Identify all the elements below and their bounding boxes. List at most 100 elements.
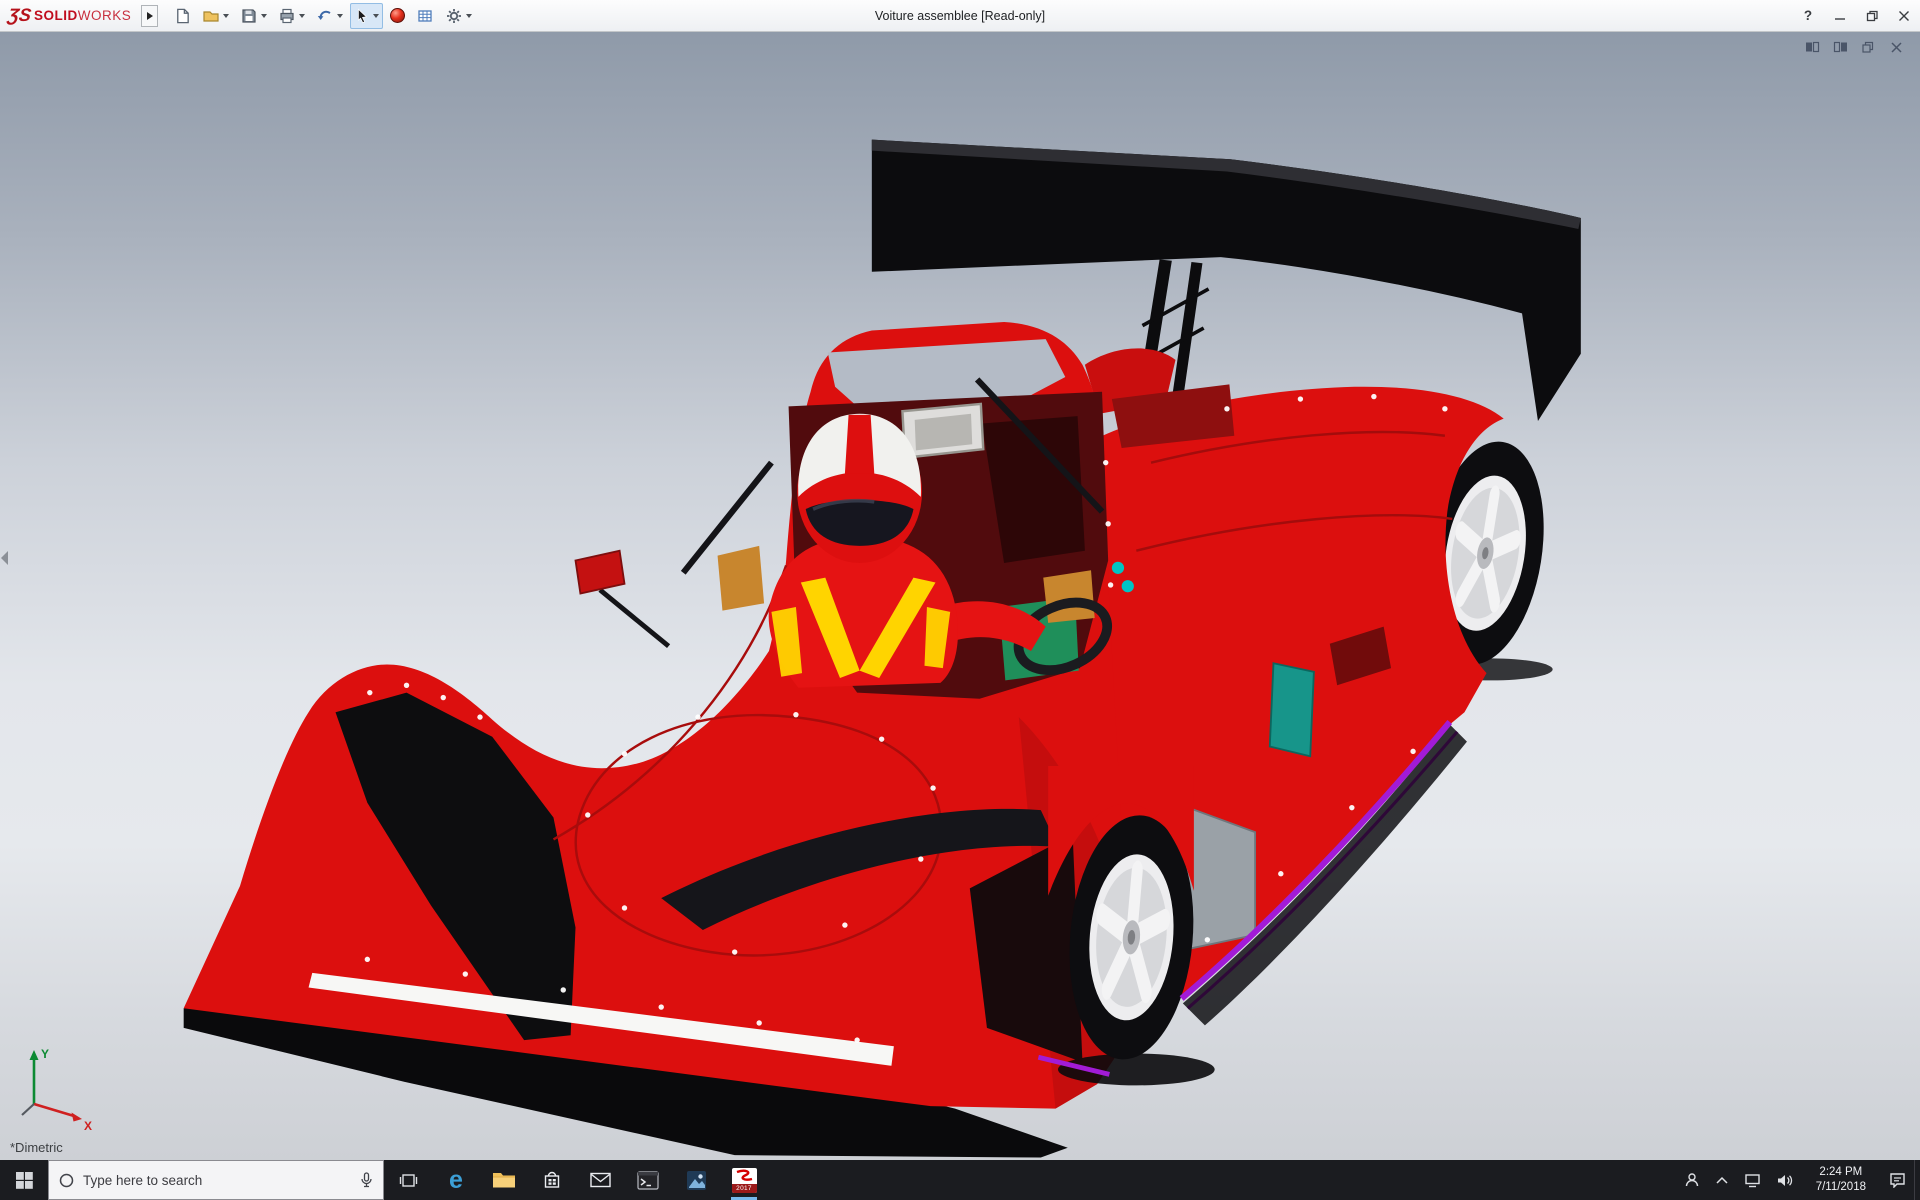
- viewport-3d-scene[interactable]: [0, 32, 1920, 1160]
- teal-panel[interactable]: [1268, 662, 1315, 758]
- options-button[interactable]: [441, 3, 476, 29]
- file-explorer-icon: [493, 1173, 515, 1188]
- mail-envelope-icon: [589, 1172, 611, 1188]
- print-icon: [280, 8, 294, 23]
- orientation-triad[interactable]: Y X: [12, 1042, 104, 1134]
- triad-y-label: Y: [41, 1047, 49, 1061]
- microphone-icon[interactable]: [360, 1172, 373, 1188]
- close-document-button[interactable]: [1886, 39, 1906, 55]
- volume-button[interactable]: [1776, 1173, 1793, 1188]
- restore-button[interactable]: [1856, 0, 1888, 31]
- store-bag-icon: [544, 1171, 560, 1188]
- taskbar-app-mail[interactable]: [576, 1160, 624, 1200]
- open-dropdown-caret: [223, 14, 230, 21]
- options-dropdown-caret: [466, 14, 473, 21]
- quick-access-toolbar: [170, 2, 476, 29]
- show-desktop-button[interactable]: [1914, 1160, 1920, 1200]
- action-center-button[interactable]: [1889, 1172, 1906, 1188]
- person-icon: [1685, 1173, 1698, 1187]
- cortana-icon: [59, 1173, 74, 1187]
- solidworks-logo: ƷS SOLIDWORKS: [6, 5, 132, 26]
- undo-button[interactable]: [312, 3, 347, 29]
- side-mirror[interactable]: [574, 549, 671, 649]
- minimize-icon: [1835, 17, 1845, 20]
- network-icon: [1744, 1173, 1760, 1187]
- search-input[interactable]: [83, 1172, 351, 1188]
- appearance-button[interactable]: [386, 3, 409, 29]
- task-view-button[interactable]: [384, 1160, 432, 1200]
- task-view-icon: [399, 1173, 417, 1187]
- close-icon: [1899, 10, 1909, 21]
- new-document-button[interactable]: [170, 3, 195, 29]
- taskbar-search[interactable]: [48, 1160, 384, 1200]
- command-prompt-icon: [637, 1170, 659, 1190]
- solidworks-swoosh-icon: [736, 1169, 752, 1181]
- flyout-arrow-icon: [146, 11, 153, 20]
- hidden-icons-button[interactable]: [1715, 1176, 1729, 1185]
- open-folder-icon: [203, 10, 219, 22]
- taskbar-app-file-explorer[interactable]: [480, 1160, 528, 1200]
- clock-time: 2:24 PM: [1819, 1166, 1863, 1179]
- view-orientation-label: *Dimetric: [10, 1140, 63, 1155]
- taskbar-app-store[interactable]: [528, 1160, 576, 1200]
- taskbar-app-command-prompt[interactable]: [624, 1160, 672, 1200]
- close-document-icon: [1890, 41, 1902, 53]
- ds-logo-icon: ƷS: [6, 5, 33, 25]
- document-window-controls: [1802, 39, 1906, 55]
- new-document-icon: [177, 8, 190, 23]
- dock-right-icon: [1833, 41, 1847, 52]
- dock-right-button[interactable]: [1830, 39, 1850, 55]
- dock-left-button[interactable]: [1802, 39, 1822, 55]
- print-dropdown-caret: [299, 14, 306, 21]
- orange-panel-right: [1043, 570, 1095, 623]
- solidworks-window: ƷS SOLIDWORKS Voiture assemblee [Read-on…: [0, 0, 1920, 1200]
- network-button[interactable]: [1744, 1173, 1761, 1188]
- restore-icon: [1866, 10, 1878, 21]
- dock-left-icon: [1805, 41, 1819, 52]
- taskbar-app-photos[interactable]: [672, 1160, 720, 1200]
- clock-date: 7/11/2018: [1815, 1181, 1866, 1193]
- window-controls: ?: [1792, 0, 1920, 31]
- orange-panel-left: [717, 545, 765, 611]
- appearance-sphere-icon: [390, 8, 406, 23]
- brand-wordmark: SOLIDWORKS: [34, 8, 132, 23]
- undo-arrow-icon: [318, 10, 331, 20]
- chevron-up-icon: [1716, 1176, 1728, 1184]
- windows-logo-icon: [15, 1171, 33, 1189]
- select-cursor-icon: [358, 8, 368, 23]
- help-button[interactable]: ?: [1792, 0, 1824, 31]
- triad-x-label: X: [84, 1119, 92, 1133]
- save-dropdown-caret: [261, 14, 268, 21]
- save-button[interactable]: [236, 3, 271, 29]
- taskbar-app-edge[interactable]: e: [432, 1160, 480, 1200]
- solidworks-year-badge: 2017: [731, 1183, 757, 1193]
- close-button[interactable]: [1888, 0, 1920, 31]
- restore-document-button[interactable]: [1858, 39, 1878, 55]
- design-table-button[interactable]: [412, 3, 438, 29]
- graphics-viewport[interactable]: Y X *Dimetric: [0, 32, 1920, 1160]
- select-tool-button[interactable]: [350, 2, 384, 29]
- open-document-button[interactable]: [198, 3, 233, 29]
- panel-collapse-arrow[interactable]: [1, 550, 8, 565]
- title-bar: ƷS SOLIDWORKS Voiture assemblee [Read-on…: [0, 0, 1920, 32]
- restore-document-icon: [1862, 41, 1874, 53]
- notification-icon: [1890, 1173, 1905, 1188]
- windows-taskbar: e 2017: [0, 1160, 1920, 1200]
- select-dropdown-caret: [373, 14, 380, 21]
- start-button[interactable]: [0, 1160, 48, 1200]
- minimize-button[interactable]: [1824, 0, 1856, 31]
- taskbar-app-solidworks[interactable]: 2017: [720, 1160, 768, 1200]
- print-button[interactable]: [274, 3, 309, 29]
- photos-icon: [686, 1170, 706, 1190]
- people-button[interactable]: [1684, 1172, 1700, 1188]
- speaker-icon: [1777, 1174, 1792, 1186]
- menu-flyout-button[interactable]: [141, 4, 159, 27]
- solidworks-app-icon: 2017: [731, 1167, 757, 1193]
- edge-icon: e: [449, 1165, 463, 1194]
- driver-helmet[interactable]: [797, 413, 923, 563]
- undo-dropdown-caret: [337, 14, 344, 21]
- design-table-icon: [418, 9, 432, 22]
- gear-icon: [447, 8, 462, 23]
- system-tray: 2:24 PM 7/11/2018: [1676, 1160, 1914, 1200]
- taskbar-clock[interactable]: 2:24 PM 7/11/2018: [1808, 1165, 1874, 1195]
